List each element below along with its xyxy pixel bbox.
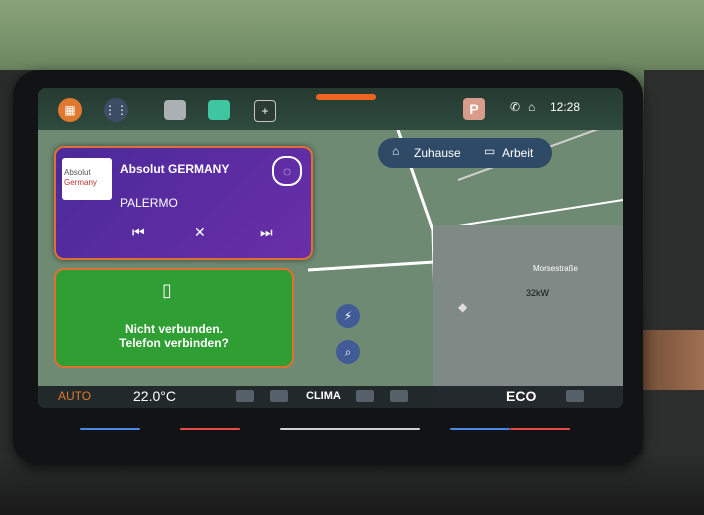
home-destination[interactable]: Zuhause xyxy=(414,146,461,160)
center-slider[interactable] xyxy=(280,428,420,430)
station-name: Absolut GERMANY xyxy=(120,162,230,176)
add-button[interactable]: + xyxy=(254,100,276,122)
home-icon: ⌂ xyxy=(392,144,400,158)
fan-icon[interactable] xyxy=(270,390,288,402)
station-logo: Absolut Germany xyxy=(62,158,112,200)
phone-status: Nicht verbunden. xyxy=(124,322,223,336)
battery-icon[interactable] xyxy=(208,100,230,120)
phone-connect[interactable]: Telefon verbinden? xyxy=(56,336,292,350)
temperature-sliders[interactable] xyxy=(70,420,570,450)
song-title: PALERMO xyxy=(120,196,178,210)
car-icon[interactable] xyxy=(164,100,186,120)
infotainment-screen: ▦ ⋮⋮ + P ✆ ⌂ 12:28 Morsestraße 32kW ◆ ⌂ … xyxy=(38,88,623,408)
search-button[interactable]: ⌕ xyxy=(336,340,360,364)
previous-icon[interactable]: ⏮ xyxy=(132,224,145,241)
climate-auto[interactable]: AUTO xyxy=(58,389,91,403)
home-grid-button[interactable]: ▦ xyxy=(58,98,82,122)
charger-label: 32kW xyxy=(526,288,550,298)
left-hot-slider[interactable] xyxy=(180,428,240,430)
temperature[interactable]: 22.0°C xyxy=(133,388,176,404)
logo-line1: Absolut xyxy=(64,168,91,177)
clima-button[interactable]: CLIMA xyxy=(306,390,341,402)
drag-handle[interactable] xyxy=(316,94,376,100)
connectivity-icon: ✆ xyxy=(510,100,521,114)
briefcase-icon: ▭ xyxy=(484,144,496,158)
next-icon[interactable]: ⏭ xyxy=(260,224,273,241)
right-hot-slider[interactable] xyxy=(510,428,570,430)
copper-trim xyxy=(634,330,704,390)
radio-widget[interactable]: Absolut Germany Absolut GERMANY PALERMO … xyxy=(54,146,313,260)
work-destination[interactable]: Arbeit xyxy=(502,146,533,160)
phone-icon: ▯ xyxy=(162,280,172,300)
climate-bar: AUTO 22.0°C CLIMA ECO xyxy=(38,386,623,408)
background-right xyxy=(644,70,704,515)
apps-button[interactable]: ⋮⋮ xyxy=(104,98,128,122)
street-label: Morsestraße xyxy=(533,264,578,273)
parking-button[interactable]: P xyxy=(463,98,485,120)
phone-widget[interactable]: ▯ Nicht verbunden. Telefon verbinden? xyxy=(54,268,294,368)
seat-heat-icon[interactable] xyxy=(236,390,254,402)
eco-mode[interactable]: ECO xyxy=(506,388,536,404)
logo-line2: Germany xyxy=(64,178,97,187)
top-bar: ▦ ⋮⋮ + P ✆ ⌂ 12:28 xyxy=(38,88,623,130)
quick-destinations[interactable]: ⌂ Zuhause ▭ Arbeit xyxy=(378,138,552,168)
clock: 12:28 xyxy=(550,100,581,114)
radio-source-button[interactable]: ◌ xyxy=(272,156,302,186)
mute-icon[interactable]: ✕ xyxy=(194,224,206,241)
drive-mode-icon[interactable] xyxy=(566,390,584,402)
profile-icon: ⌂ xyxy=(528,100,536,114)
left-cold-slider[interactable] xyxy=(80,428,140,430)
vehicle-position-icon: ◆ xyxy=(458,300,468,314)
defrost-icon[interactable] xyxy=(356,390,374,402)
right-cold-slider[interactable] xyxy=(450,428,510,430)
seat-vent-icon[interactable] xyxy=(390,390,408,402)
charging-station-button[interactable]: ⚡ xyxy=(336,304,360,328)
map-area xyxy=(433,225,623,408)
